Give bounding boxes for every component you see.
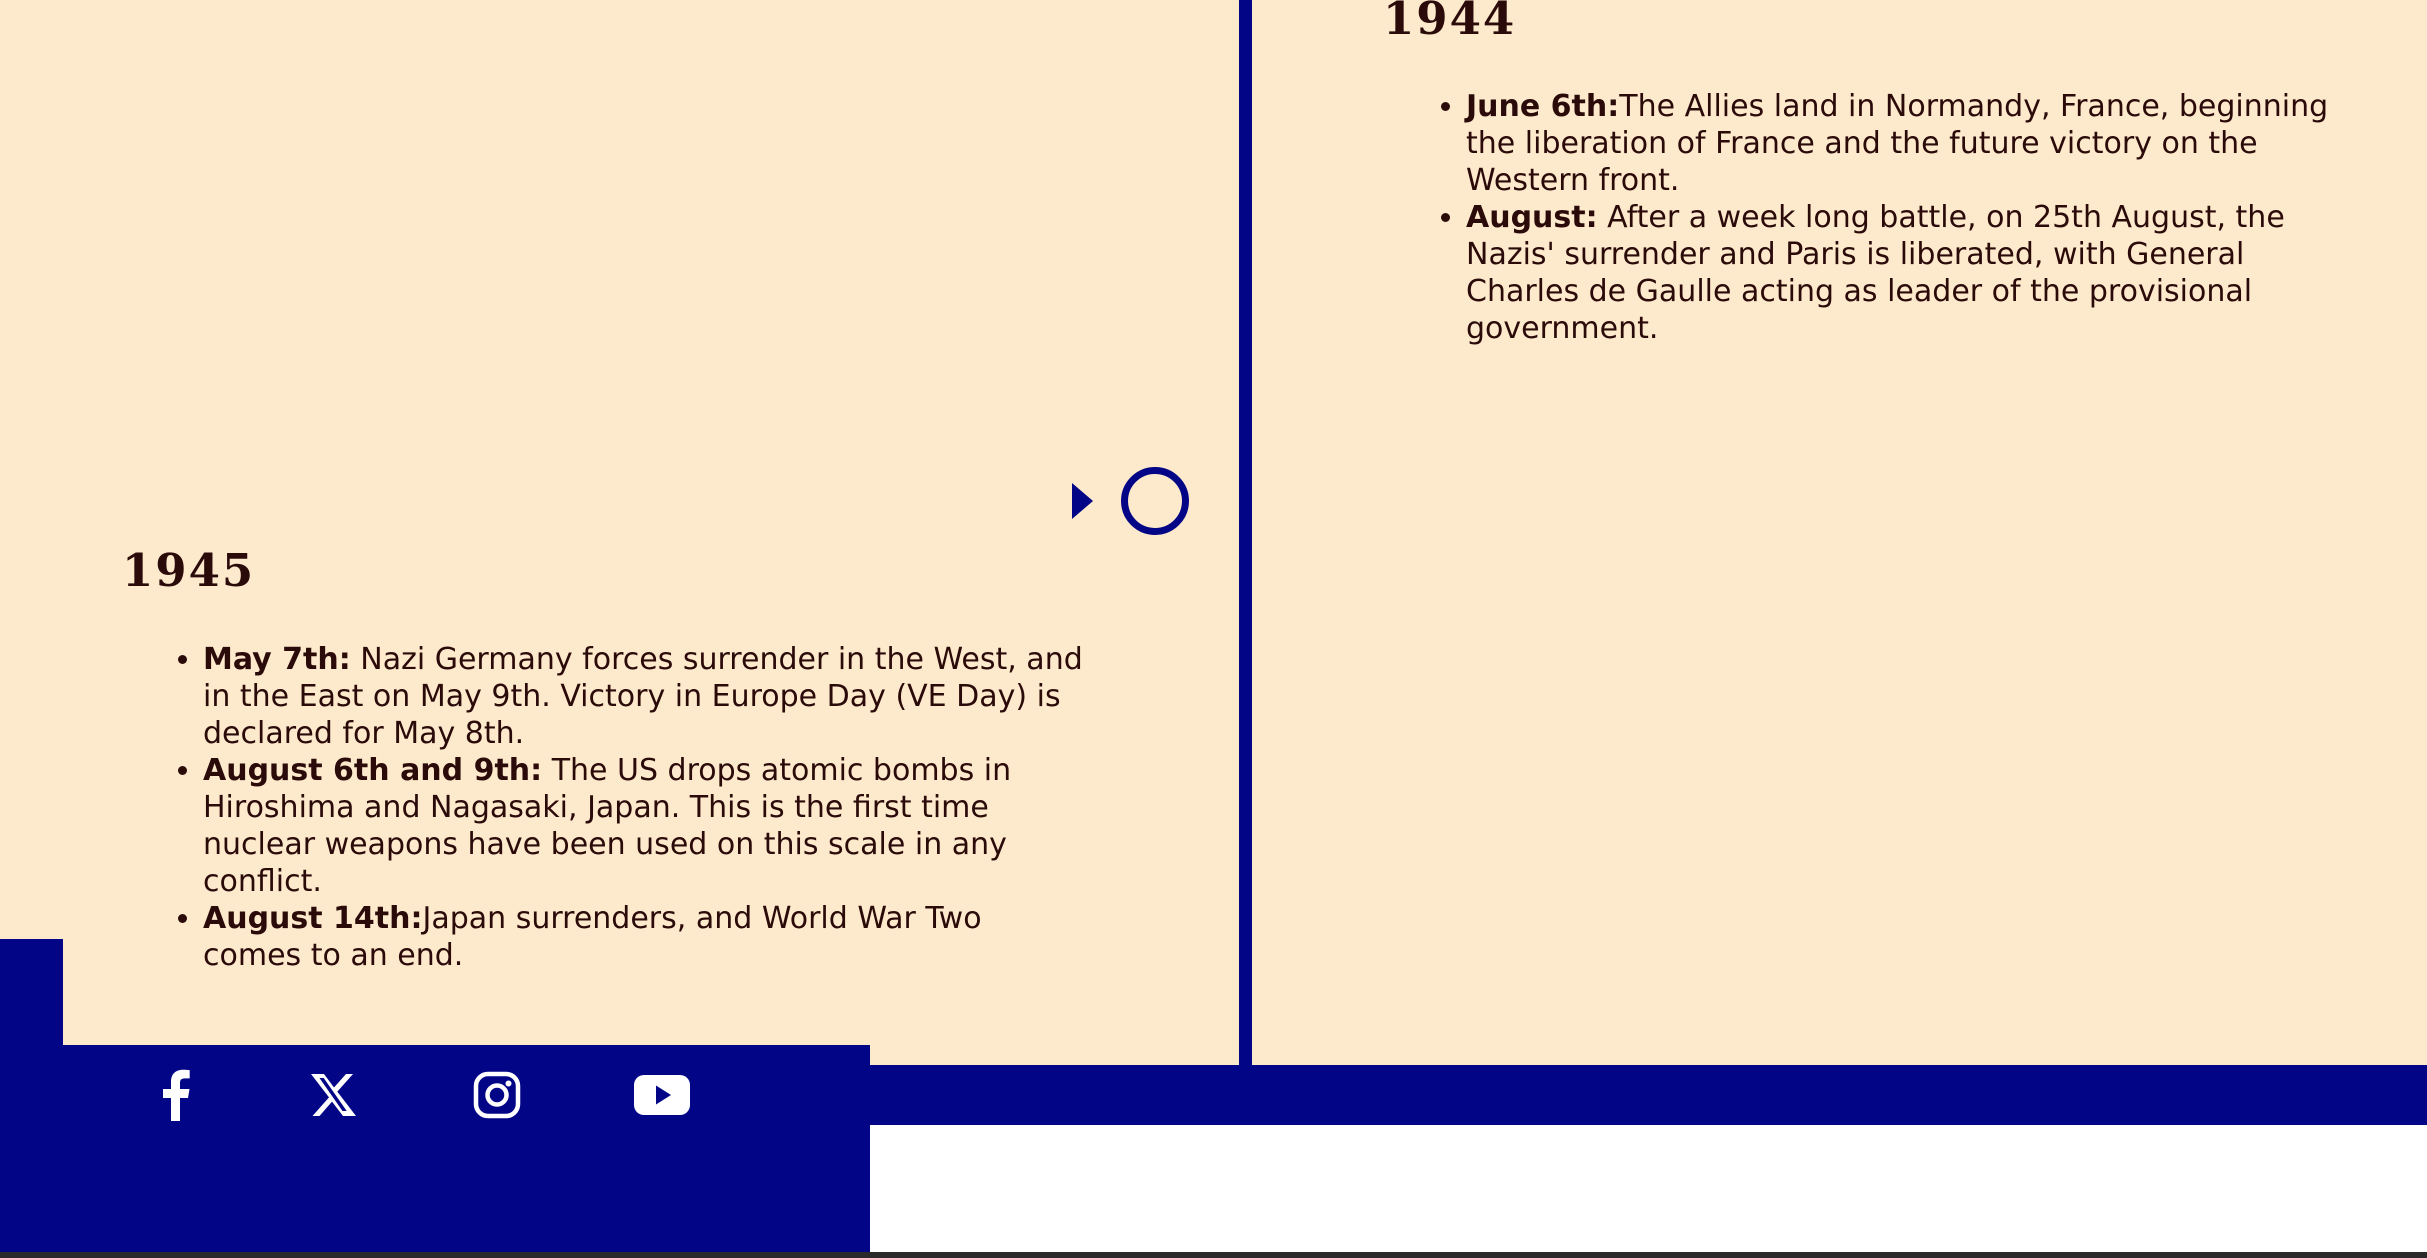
youtube-link[interactable] [631, 1065, 693, 1125]
event-list-1945: May 7th: Nazi Germany forces surrender i… [123, 641, 1083, 974]
event-date: June 6th: [1466, 89, 1620, 124]
list-item: June 6th:The Allies land in Normandy, Fr… [1466, 88, 2346, 199]
instagram-link[interactable] [469, 1065, 525, 1125]
x-icon [309, 1073, 357, 1117]
list-item: August: After a week long battle, on 25t… [1466, 199, 2346, 347]
footer-tab [0, 939, 63, 1059]
facebook-icon [161, 1069, 191, 1121]
list-item: August 14th:Japan surrenders, and World … [203, 900, 1083, 974]
facebook-link[interactable] [150, 1065, 202, 1125]
x-link[interactable] [305, 1065, 361, 1125]
year-heading-1945: 1945 [122, 544, 256, 597]
event-date: August: [1466, 200, 1598, 235]
timeline-line [1239, 0, 1252, 1065]
bottom-border [0, 1252, 2427, 1258]
event-date: August 6th and 9th: [203, 753, 543, 788]
list-item: May 7th: Nazi Germany forces surrender i… [203, 641, 1083, 752]
list-item: August 6th and 9th: The US drops atomic … [203, 752, 1083, 900]
timeline-pointer-arrow [1072, 483, 1093, 519]
youtube-icon [634, 1075, 690, 1115]
timeline-marker-circle [1121, 467, 1189, 535]
footer [0, 1045, 870, 1252]
year-heading-1944: 1944 [1383, 0, 1517, 45]
event-date: August 14th: [203, 901, 423, 936]
instagram-icon [473, 1071, 521, 1119]
event-list-1944: June 6th:The Allies land in Normandy, Fr… [1386, 88, 2346, 347]
event-date: May 7th: [203, 642, 351, 677]
